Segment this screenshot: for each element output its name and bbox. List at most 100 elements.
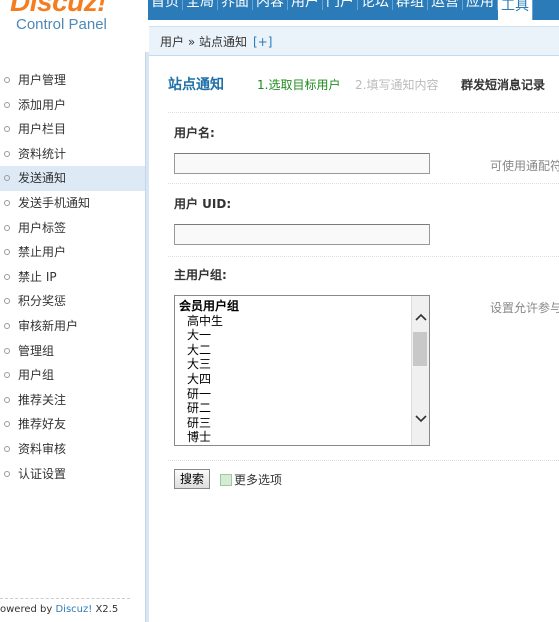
nav-apps[interactable]: 应用 <box>463 0 498 10</box>
more-options-toggle[interactable]: 更多选项 <box>220 471 282 488</box>
divider <box>168 256 559 257</box>
sidebar-item-ban-ip[interactable]: 禁止 IP <box>0 265 145 290</box>
scroll-thumb[interactable] <box>413 332 427 366</box>
sidebar-item-user-management[interactable]: 用户管理 <box>0 68 145 93</box>
listbox-scrollbar[interactable] <box>411 296 429 445</box>
chevron-down-icon[interactable] <box>412 412 429 429</box>
bullet-icon <box>4 421 10 428</box>
sidebar-item-label: 用户栏目 <box>18 122 67 137</box>
sidebar-item-label: 用户组 <box>18 368 55 383</box>
sidebar-item-user-fields[interactable]: 用户栏目 <box>0 117 145 142</box>
list-option[interactable]: 大四 <box>179 372 239 387</box>
search-button[interactable]: 搜索 <box>174 469 210 489</box>
sidebar-item-user-groups[interactable]: 用户组 <box>0 363 145 388</box>
footer-brand-link[interactable]: Discuz! <box>55 604 92 615</box>
bullet-icon <box>4 470 10 477</box>
sidebar-item-label: 推荐好友 <box>18 417 67 432</box>
nav-interface[interactable]: 界面 <box>218 0 253 10</box>
sidebar-item-label: 审核新用户 <box>18 318 79 333</box>
nav-global[interactable]: 全局 <box>183 0 218 10</box>
sidebar-item-recommend-friends[interactable]: 推荐好友 <box>0 412 145 437</box>
sidebar-item-review-users[interactable]: 审核新用户 <box>0 314 145 339</box>
list-option[interactable]: 高中生 <box>179 314 239 329</box>
bullet-icon <box>4 396 10 403</box>
bullet-icon <box>4 199 10 206</box>
footer-divider <box>0 598 130 599</box>
uid-field[interactable] <box>174 224 430 245</box>
sidebar-item-label: 资料审核 <box>18 441 67 456</box>
nav-content[interactable]: 内容 <box>253 0 288 10</box>
username-field[interactable] <box>174 153 430 174</box>
bullet-icon <box>4 347 10 354</box>
more-options-label: 更多选项 <box>234 473 283 487</box>
group-label: 主用户组: <box>174 268 227 282</box>
footer-version: X2.5 <box>92 604 119 615</box>
chevron-up-icon[interactable] <box>412 310 429 327</box>
bullet-icon <box>4 298 10 305</box>
logo-subtitle: Control Panel <box>16 16 107 33</box>
add-shortcut-link[interactable]: [+] <box>253 35 272 49</box>
sidebar-item-user-tags[interactable]: 用户标签 <box>0 216 145 241</box>
bullet-icon <box>4 322 10 329</box>
page-title: 站点通知 <box>168 77 224 93</box>
list-option[interactable]: 大一 <box>179 328 239 343</box>
sidebar-item-label: 认证设置 <box>18 466 67 481</box>
user-group-listbox[interactable]: 会员用户组 高中生 大一 大二 大三 大四 研一 研二 研三 博士 <box>174 295 430 446</box>
tab-step-write-content: 2.填写通知内容 <box>355 78 439 92</box>
nav-portal[interactable]: 门户 <box>323 0 358 10</box>
nav-home[interactable]: 首页 <box>148 0 183 10</box>
group-hint: 设置允许参与 <box>490 301 559 315</box>
bullet-icon <box>4 77 10 83</box>
list-option[interactable]: 研二 <box>179 401 239 416</box>
bullet-icon <box>4 224 10 231</box>
sidebar-item-label: 发送手机通知 <box>18 195 91 210</box>
divider <box>168 183 559 184</box>
tab-step-select-users[interactable]: 1.选取目标用户 <box>257 76 340 93</box>
sidebar-item-send-notice[interactable]: 发送通知 <box>0 166 145 191</box>
sidebar-item-credits[interactable]: 积分奖惩 <box>0 289 145 314</box>
nav-groups[interactable]: 群组 <box>393 0 428 10</box>
sidebar-item-profile-stats[interactable]: 资料统计 <box>0 142 145 167</box>
sidebar-item-label: 资料统计 <box>18 146 67 161</box>
bullet-icon <box>4 273 10 280</box>
bullet-icon <box>4 101 10 108</box>
bullet-icon <box>4 126 10 133</box>
sidebar-item-ban-user[interactable]: 禁止用户 <box>0 240 145 265</box>
nav-forum[interactable]: 论坛 <box>358 0 393 10</box>
footer-powered-by: owered by Discuz! X2.5 <box>0 604 118 615</box>
sidebar-item-recommend-follow[interactable]: 推荐关注 <box>0 388 145 413</box>
list-option[interactable]: 博士 <box>179 430 239 445</box>
sidebar-divider <box>145 52 149 622</box>
sidebar-item-admin-groups[interactable]: 管理组 <box>0 339 145 364</box>
sidebar-item-label: 发送通知 <box>18 171 67 186</box>
sidebar-item-send-sms[interactable]: 发送手机通知 <box>0 191 145 216</box>
sidebar-item-verification[interactable]: 认证设置 <box>0 462 145 487</box>
logo: Discuz! Control Panel <box>0 0 148 52</box>
breadcrumb-path: 用户 » 站点通知 <box>160 35 247 49</box>
tab-bulk-message-log[interactable]: 群发短消息记录 <box>461 76 545 93</box>
uid-label: 用户 UID: <box>174 197 232 211</box>
sidebar-item-label: 禁止 IP <box>18 269 57 284</box>
sidebar-item-label: 积分奖惩 <box>18 294 67 309</box>
list-option[interactable]: 大二 <box>179 343 239 358</box>
sidebar-item-label: 管理组 <box>18 343 55 358</box>
sidebar-item-label: 用户管理 <box>18 73 67 87</box>
breadcrumb: 用户 » 站点通知 [+] <box>149 26 559 56</box>
sidebar-item-add-user[interactable]: 添加用户 <box>0 93 145 118</box>
bullet-icon <box>4 175 10 182</box>
list-option[interactable]: 研一 <box>179 387 239 402</box>
bullet-icon <box>4 445 10 452</box>
nav-tools[interactable]: 工具 <box>498 0 533 20</box>
bullet-icon <box>4 249 10 256</box>
username-label: 用户名: <box>174 126 215 140</box>
list-option[interactable]: 研三 <box>179 416 239 431</box>
username-hint: 可使用通配符 <box>490 159 559 173</box>
more-options-checkbox[interactable] <box>220 474 232 486</box>
bullet-icon <box>4 150 10 157</box>
list-option[interactable]: 大三 <box>179 357 239 372</box>
sidebar-item-profile-review[interactable]: 资料审核 <box>0 437 145 462</box>
nav-operations[interactable]: 运营 <box>428 0 463 10</box>
nav-users[interactable]: 用户 <box>288 0 323 10</box>
divider <box>168 112 559 113</box>
sidebar-item-label: 用户标签 <box>18 220 67 235</box>
